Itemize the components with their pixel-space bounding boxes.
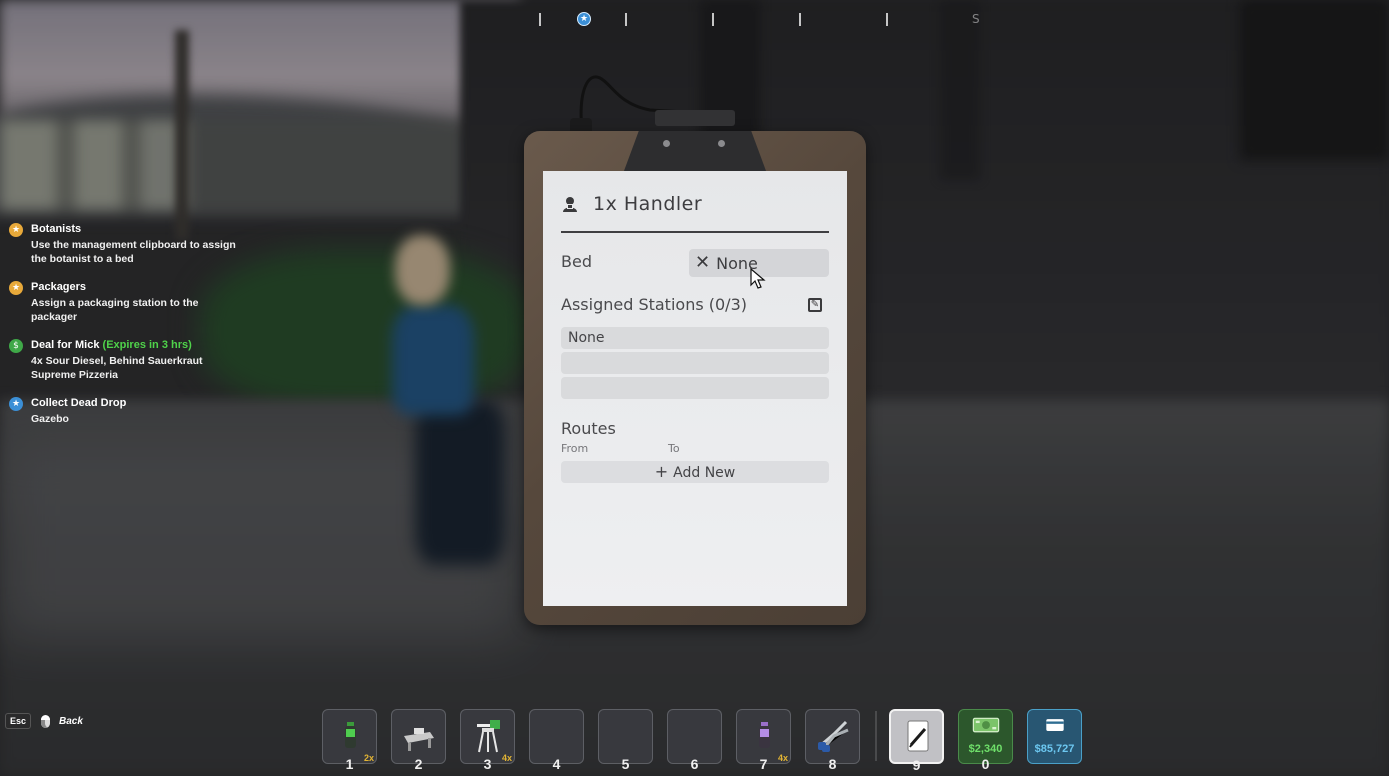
slot-number: 8 <box>828 756 837 772</box>
compass-tick <box>712 13 714 26</box>
hotbar-slot-8[interactable]: 8 <box>805 709 860 772</box>
quest-title-text: Deal for Mick <box>31 339 100 351</box>
slot-number: 9 <box>912 757 921 773</box>
star-icon: ★ <box>577 12 591 26</box>
quest-item: $ Deal for Mick (Expires in 3 hrs) 4x So… <box>9 338 239 396</box>
star-icon: ★ <box>9 223 23 237</box>
slot-number: 2 <box>414 756 423 772</box>
compass-tick <box>799 13 801 26</box>
plus-icon: + <box>654 462 669 481</box>
quest-title: Botanists <box>31 223 82 235</box>
quest-list: ★ Botanists Use the management clipboard… <box>9 222 239 436</box>
compass-tick <box>539 13 541 26</box>
assigned-stations-label: Assigned Stations (0/3) <box>561 295 747 314</box>
slot-number: 3 <box>483 756 492 772</box>
hotbar-slot-6[interactable]: 6 <box>667 709 722 772</box>
hotbar-slot-4[interactable]: 4 <box>529 709 584 772</box>
quest-expiry: (Expires in 3 hrs) <box>102 339 192 351</box>
purple-bottle-icon <box>759 722 770 748</box>
hotbar-slot-7[interactable]: 4x 7 <box>736 709 791 772</box>
deal-icon: $ <box>9 339 23 353</box>
trimmers-icon <box>818 720 849 752</box>
hotbar-slot-5[interactable]: 5 <box>598 709 653 772</box>
hotbar-divider <box>875 711 877 761</box>
clipboard-cord <box>570 75 721 140</box>
quest-title: Packagers <box>31 281 87 293</box>
quest-title: Collect Dead Drop <box>31 397 127 409</box>
handler-icon <box>561 195 579 213</box>
header-divider <box>561 231 829 233</box>
slot-number: 5 <box>621 756 630 772</box>
quest-description: 4x Sour Diesel, Behind Sauerkraut Suprem… <box>31 355 203 381</box>
quest-title: Deal for Mick (Expires in 3 hrs) <box>31 338 239 352</box>
slot-number: 4 <box>552 756 561 772</box>
slot-number: 1 <box>345 756 354 772</box>
bed-label: Bed <box>561 252 592 271</box>
employee-header: 1x Handler <box>561 193 702 215</box>
packaging-station-icon <box>404 728 434 751</box>
online-balance-card[interactable]: $85,727 <box>1027 709 1082 764</box>
card-amount: $85,727 <box>1034 743 1075 755</box>
quest-item: ★ Collect Dead Drop Gazebo <box>9 396 239 436</box>
slot-number: 7 <box>759 756 768 772</box>
station-slot[interactable] <box>561 352 829 374</box>
compass-tick <box>886 13 888 26</box>
close-icon: ✕ <box>695 252 711 273</box>
cash-amount: $2,340 <box>968 743 1003 755</box>
back-label: Back <box>59 715 83 727</box>
back-hint[interactable]: Esc Back <box>5 713 83 729</box>
slot-number: 6 <box>690 756 699 772</box>
mouse-cursor-icon <box>750 268 766 289</box>
quest-description: Use the management clipboard to assign t… <box>31 239 236 265</box>
routes-label: Routes <box>561 419 616 438</box>
station-slot[interactable]: None <box>561 327 829 349</box>
quest-description: Assign a packaging station to the packag… <box>31 297 199 323</box>
add-new-label: Add New <box>673 465 736 481</box>
slot-number: 0 <box>981 756 990 772</box>
employee-title: 1x Handler <box>593 193 703 215</box>
routes-from-header: From <box>561 442 589 455</box>
quest-description: Gazebo <box>31 413 69 425</box>
hotbar-slot-3[interactable]: 4x 3 <box>460 709 515 772</box>
clipboard-pen-icon <box>907 720 929 752</box>
star-icon: ★ <box>9 281 23 295</box>
cash-icon <box>972 717 1000 733</box>
esc-key: Esc <box>5 713 32 729</box>
hotbar-slot-1[interactable]: 2x 1 <box>322 709 377 772</box>
credit-card-icon <box>1046 719 1064 731</box>
compass-bar: ★ S <box>500 6 990 32</box>
mouse-icon <box>41 714 51 728</box>
routes-to-header: To <box>668 442 680 455</box>
hotbar-slot-9[interactable]: 9 <box>889 709 944 773</box>
quest-item: ★ Packagers Assign a packaging station t… <box>9 280 239 338</box>
plant-bottle-icon <box>345 722 356 748</box>
quest-item: ★ Botanists Use the management clipboard… <box>9 222 239 280</box>
clipboard-paper: 1x Handler Bed ✕ None Assigned Stations … <box>543 171 847 606</box>
compass-tick <box>625 13 627 26</box>
station-slot[interactable] <box>561 377 829 399</box>
grow-light-stand-icon <box>477 720 500 753</box>
star-icon: ★ <box>9 397 23 411</box>
add-route-button[interactable]: + Add New <box>561 461 829 483</box>
clip-top <box>655 110 735 126</box>
edit-icon[interactable]: ✎ <box>808 298 822 312</box>
hotbar-slot-0-cash[interactable]: $2,340 0 <box>958 709 1013 772</box>
hotbar-slot-2[interactable]: 2 <box>391 709 446 772</box>
compass-direction: S <box>972 12 980 26</box>
